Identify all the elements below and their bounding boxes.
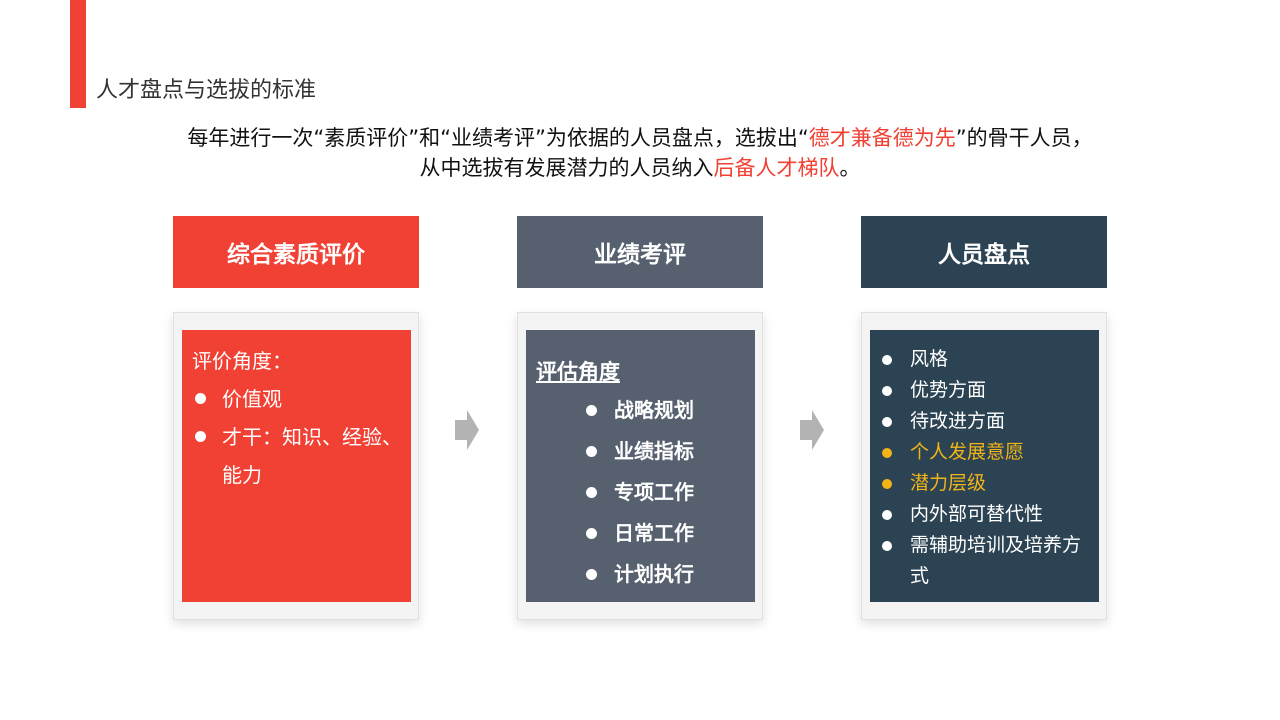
list-item: 风格: [880, 344, 1094, 375]
card-personnel-inventory: 风格 优势方面 待改进方面 个人发展意愿 潜力层级 内外部可替代性 需辅助培训及…: [861, 312, 1107, 620]
card-performance-review: 评估角度 战略规划 业绩指标 专项工作 日常工作 计划执行: [517, 312, 763, 620]
card-heading: 评价角度：: [192, 349, 292, 373]
bullet-icon: [882, 479, 892, 489]
intro-line-2-prefix: 从中选拔有发展潜力的人员纳入: [419, 156, 714, 180]
list-item-text: 优势方面: [910, 379, 987, 401]
right-arrow-icon: [800, 410, 824, 450]
list-item-text: 待改进方面: [910, 410, 1006, 432]
list-item-highlight: 个人发展意愿: [880, 437, 1094, 468]
list-item: 优势方面: [880, 375, 1094, 406]
header-label: 人员盘点: [938, 242, 1030, 268]
bullet-icon: [586, 487, 597, 498]
list-item: 需辅助培训及培养方式: [880, 530, 1094, 592]
bullet-icon: [882, 510, 892, 520]
card-panel: 风格 优势方面 待改进方面 个人发展意愿 潜力层级 内外部可替代性 需辅助培训及…: [870, 330, 1099, 602]
list-item: 日常工作: [582, 513, 694, 554]
intro-line-1-prefix: 每年进行一次“素质评价”和“业绩考评”为依据的人员盘点，选拔出“: [187, 126, 809, 150]
bullet-icon: [882, 417, 892, 427]
intro-line-2-highlight: 后备人才梯队: [713, 156, 840, 180]
header-performance-review: 业绩考评: [517, 216, 763, 288]
list-item-text: 计划执行: [614, 562, 694, 586]
list-item: 价值观: [192, 380, 404, 418]
list-item-text: 价值观: [222, 387, 282, 411]
bullet-icon: [195, 393, 206, 404]
list-item: 待改进方面: [880, 406, 1094, 437]
intro-line-2: 从中选拔有发展潜力的人员纳入后备人才梯队。: [0, 153, 1280, 183]
intro-line-2-suffix: 。: [839, 156, 861, 180]
bullet-icon: [586, 569, 597, 580]
intro-line-1-suffix: ”的骨干人员，: [955, 126, 1093, 150]
list-item: 业绩指标: [582, 431, 694, 472]
card-heading: 评估角度: [536, 360, 620, 384]
page-title: 人才盘点与选拔的标准: [96, 78, 317, 103]
intro-line-1: 每年进行一次“素质评价”和“业绩考评”为依据的人员盘点，选拔出“德才兼备德为先”…: [0, 123, 1280, 153]
bullet-icon: [586, 405, 597, 416]
bullet-list: 风格 优势方面 待改进方面 个人发展意愿 潜力层级 内外部可替代性 需辅助培训及…: [880, 344, 1094, 592]
bullet-icon: [882, 541, 892, 551]
header-quality-evaluation: 综合素质评价: [173, 216, 419, 288]
bullet-icon: [586, 446, 597, 457]
bullet-icon: [882, 355, 892, 365]
bullet-icon: [882, 386, 892, 396]
header-label: 业绩考评: [594, 242, 686, 268]
bullet-icon: [586, 528, 597, 539]
list-item: 计划执行: [582, 554, 694, 595]
list-item: 才干：知识、经验、能力: [192, 418, 404, 494]
list-item-text: 日常工作: [614, 521, 694, 545]
list-item-text: 潜力层级: [910, 472, 987, 494]
header-personnel-inventory: 人员盘点: [861, 216, 1107, 288]
list-item-text: 个人发展意愿: [910, 441, 1025, 463]
list-item-text: 才干：知识、经验、能力: [222, 425, 402, 487]
list-item: 专项工作: [582, 472, 694, 513]
bullet-list: 战略规划 业绩指标 专项工作 日常工作 计划执行: [582, 390, 694, 595]
list-item: 战略规划: [582, 390, 694, 431]
list-item-text: 内外部可替代性: [910, 503, 1044, 525]
right-arrow-icon: [455, 410, 479, 450]
list-item-text: 需辅助培训及培养方式: [910, 534, 1082, 587]
list-item-highlight: 潜力层级: [880, 468, 1094, 499]
list-item-text: 战略规划: [614, 398, 694, 422]
card-quality-evaluation: 评价角度： 价值观 才干：知识、经验、能力: [173, 312, 419, 620]
list-item-text: 专项工作: [614, 480, 694, 504]
bullet-list: 价值观 才干：知识、经验、能力: [192, 380, 404, 494]
header-label: 综合素质评价: [227, 242, 365, 268]
card-panel: 评价角度： 价值观 才干：知识、经验、能力: [182, 330, 411, 602]
list-item: 内外部可替代性: [880, 499, 1094, 530]
list-item-text: 业绩指标: [614, 439, 694, 463]
bullet-icon: [882, 448, 892, 458]
intro-line-1-highlight: 德才兼备德为先: [808, 126, 956, 150]
accent-bar: [70, 0, 86, 108]
list-item-text: 风格: [910, 348, 949, 370]
bullet-icon: [195, 431, 206, 442]
card-panel: 评估角度 战略规划 业绩指标 专项工作 日常工作 计划执行: [526, 330, 755, 602]
